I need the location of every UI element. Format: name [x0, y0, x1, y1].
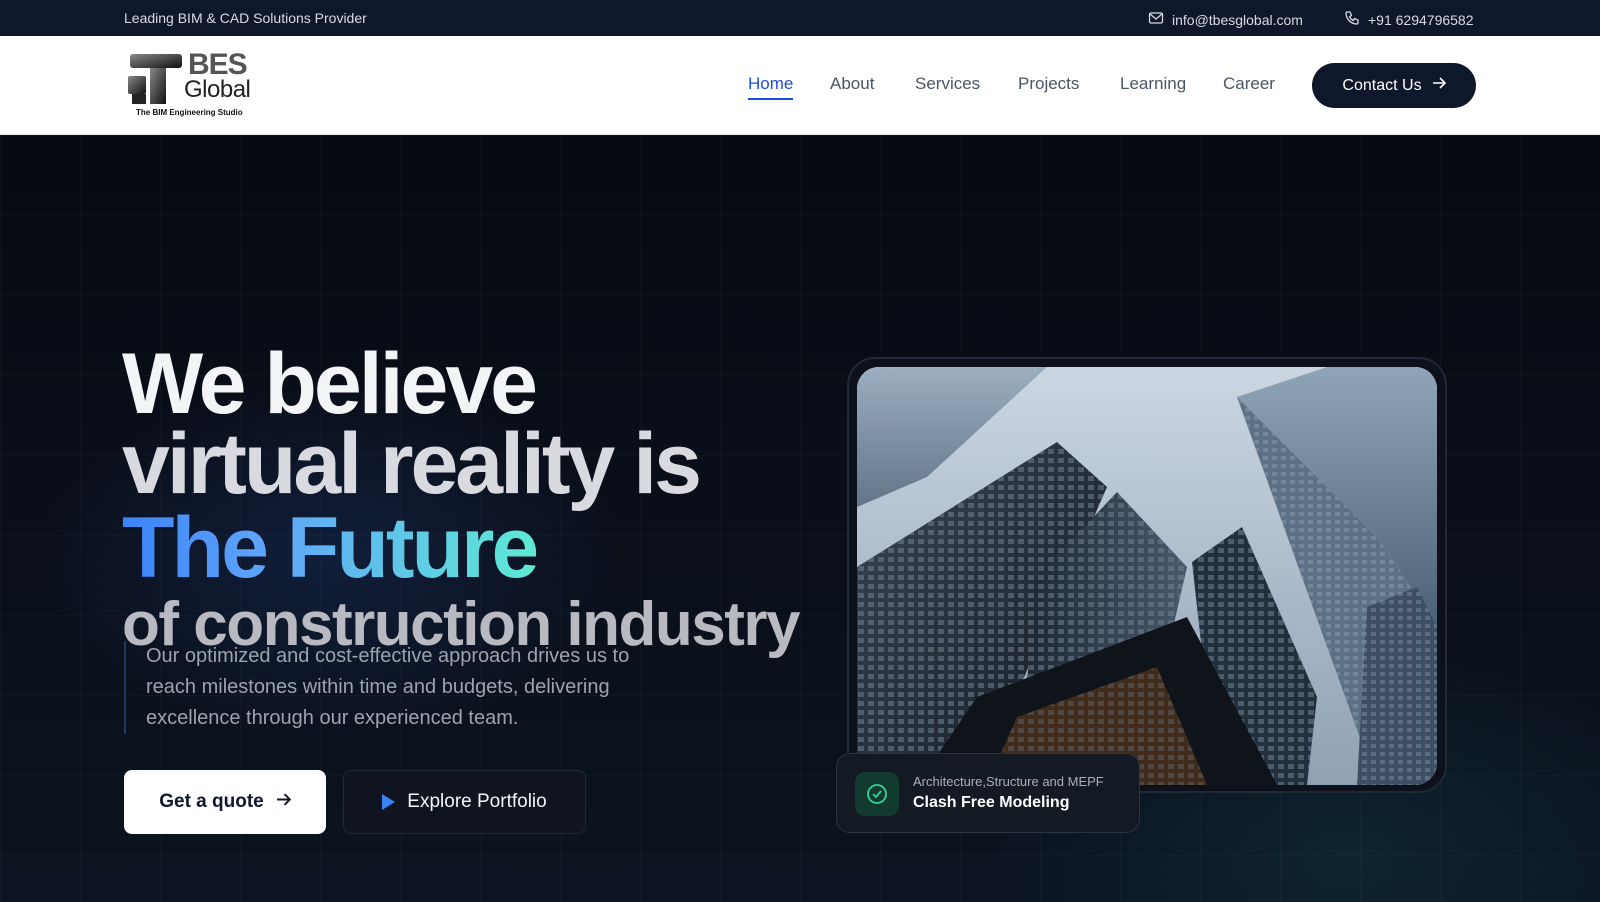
explore-portfolio-label: Explore Portfolio — [407, 791, 547, 812]
nav-home[interactable]: Home — [748, 74, 794, 100]
service-badge: Architecture,Structure and MEPF Clash Fr… — [836, 753, 1140, 833]
email-contact[interactable]: info@tbesglobal.com — [1148, 10, 1303, 29]
contact-us-button[interactable]: Contact Us — [1312, 63, 1476, 108]
skyscrapers-image — [857, 367, 1437, 785]
nav-projects[interactable]: Projects — [1018, 74, 1079, 94]
phone-icon — [1344, 10, 1360, 29]
hero-section: We believe virtual reality is The Future… — [0, 135, 1600, 902]
email-text: info@tbesglobal.com — [1172, 11, 1303, 28]
nav-about[interactable]: About — [830, 74, 874, 94]
nav-services[interactable]: Services — [915, 74, 980, 94]
play-icon — [382, 794, 396, 810]
tagline: Leading BIM & CAD Solutions Provider — [124, 10, 367, 26]
site-logo[interactable]: BES Global The BIM Engineering Studio — [124, 48, 264, 124]
badge-category: Architecture,Structure and MEPF — [913, 774, 1104, 789]
check-circle-icon — [855, 772, 899, 816]
arrow-right-icon — [276, 791, 292, 813]
hero-image-frame — [847, 357, 1447, 793]
contact-us-label: Contact Us — [1342, 76, 1422, 94]
mail-icon — [1148, 10, 1164, 29]
phone-contact[interactable]: +91 6294796582 — [1344, 10, 1474, 29]
skyscrapers-illustration — [857, 367, 1437, 785]
get-quote-label: Get a quote — [159, 791, 264, 812]
hero-description: Our optimized and cost-effective approac… — [124, 641, 684, 734]
logo-subtitle: The BIM Engineering Studio — [136, 108, 243, 117]
main-navbar: BES Global The BIM Engineering Studio Ho… — [0, 36, 1600, 135]
badge-title: Clash Free Modeling — [913, 794, 1070, 811]
nav-career[interactable]: Career — [1223, 74, 1275, 94]
phone-text: +91 6294796582 — [1368, 11, 1474, 28]
top-info-bar: Leading BIM & CAD Solutions Provider inf… — [0, 0, 1600, 36]
logo-text-global: Global — [184, 76, 251, 103]
logo-mark-icon — [128, 54, 182, 104]
get-quote-button[interactable]: Get a quote — [124, 770, 326, 834]
nav-learning[interactable]: Learning — [1120, 74, 1186, 94]
arrow-right-icon — [1432, 76, 1446, 95]
headline-highlight: The Future — [122, 500, 539, 596]
explore-portfolio-button[interactable]: Explore Portfolio — [343, 770, 586, 834]
